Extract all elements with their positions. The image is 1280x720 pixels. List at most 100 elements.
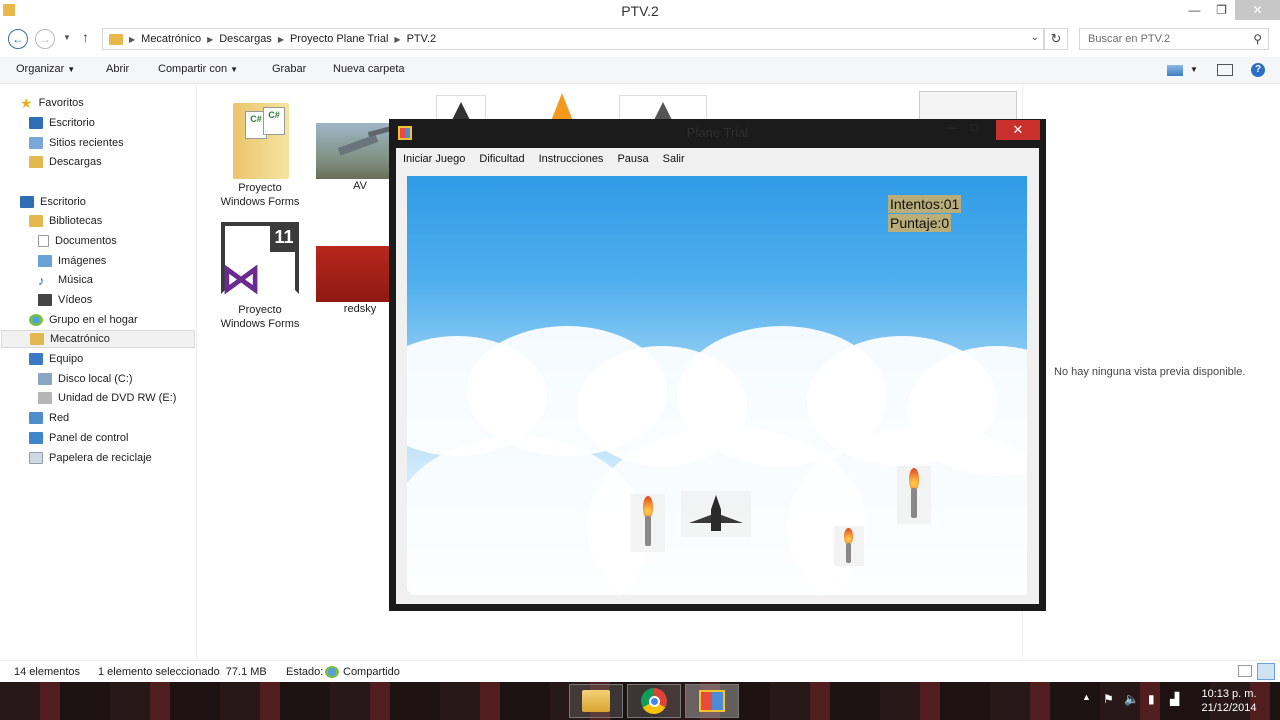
clock[interactable]: 10:13 p. m. 21/12/2014 (1196, 687, 1262, 715)
file-name: Proyecto Windows Forms (220, 304, 300, 330)
dvd-drive-icon (38, 392, 52, 404)
nav-item-videos[interactable]: Vídeos (38, 291, 92, 309)
nav-favorites[interactable]: ★ Favoritos (20, 94, 84, 112)
search-input[interactable]: Buscar en PTV.2 ⚲ (1079, 28, 1269, 50)
forward-button[interactable]: → (35, 29, 55, 49)
view-options-icon[interactable] (1167, 65, 1183, 76)
menu-salir[interactable]: Salir (656, 148, 692, 170)
file-item[interactable]: C# C# Proyecto Windows Forms (216, 91, 304, 209)
nav-item-downloads[interactable]: Descargas (29, 153, 102, 171)
nav-control-panel[interactable]: Panel de control (29, 429, 129, 447)
nav-item-documents[interactable]: Documentos (38, 232, 117, 250)
close-button[interactable]: ✕ (1235, 0, 1280, 20)
new-folder-button[interactable]: Nueva carpeta (333, 63, 405, 75)
nav-label: Red (49, 412, 70, 424)
music-icon: ♪ (38, 272, 45, 288)
attempts-label: Intentos:01 (888, 195, 962, 213)
nav-label: Sitios recientes (49, 137, 124, 149)
nav-label: Imágenes (58, 255, 107, 267)
open-button[interactable]: Abrir (106, 63, 129, 75)
window-title: PTV.2 (621, 3, 659, 19)
nav-item-images[interactable]: Imágenes (38, 252, 106, 270)
nav-item-recent[interactable]: Sitios recientes (29, 134, 124, 152)
share-button[interactable]: Compartir con ▼ (158, 63, 238, 75)
game-window: Plane Trial — □ ✕ Iniciar Juego Dificult… (389, 119, 1046, 611)
breadcrumb-item[interactable]: Mecatrónico (141, 33, 201, 45)
game-canvas[interactable]: Intentos:01 Puntaje:0 (407, 176, 1027, 595)
visual-studio-icon: 11 ⋈ (217, 217, 303, 303)
taskbar-explorer-button[interactable] (569, 684, 623, 718)
menu-pausa[interactable]: Pausa (610, 148, 655, 170)
refresh-button[interactable]: ↻ (1044, 28, 1068, 50)
address-bar[interactable]: ▶ Mecatrónico ▶ Descargas ▶ Proyecto Pla… (102, 28, 1044, 50)
nav-label: Escritorio (49, 117, 95, 129)
nav-label: Disco local (C:) (58, 373, 133, 385)
clock-time: 10:13 p. m. (1201, 688, 1257, 700)
back-button[interactable]: ← (8, 29, 28, 49)
nav-label: Favoritos (38, 97, 84, 109)
libraries-icon (29, 215, 43, 227)
minimize-button[interactable]: — (1181, 0, 1208, 20)
battery-icon[interactable]: ▮ (1148, 692, 1155, 706)
burn-button[interactable]: Grabar (272, 63, 306, 75)
menu-dificultad[interactable]: Dificultad (472, 148, 531, 170)
up-button[interactable]: ↑ (82, 29, 89, 45)
app-icon (699, 690, 725, 712)
refresh-icon: ↻ (1050, 31, 1062, 46)
game-minimize-button[interactable]: — (946, 122, 957, 134)
nav-drive-e[interactable]: Unidad de DVD RW (E:) (38, 389, 176, 407)
selection-info: 1 elemento seleccionado 77.1 MB (98, 666, 267, 678)
chevron-right-icon: ▶ (207, 34, 214, 44)
breadcrumb-item[interactable]: Descargas (219, 33, 272, 45)
vlc-icon[interactable] (551, 93, 573, 121)
caret-down-icon[interactable]: ▼ (1190, 65, 1198, 74)
nav-item-escritorio[interactable]: Escritorio (29, 114, 95, 132)
nav-drive-c[interactable]: Disco local (C:) (38, 370, 133, 388)
arrow-right-icon: → (39, 32, 51, 46)
nav-label: Documentos (55, 235, 117, 247)
preview-pane-icon[interactable] (1217, 64, 1233, 76)
file-item[interactable]: 11 ⋈ Proyecto Windows Forms (216, 217, 304, 331)
game-client-area: Iniciar Juego Dificultad Instrucciones P… (396, 148, 1039, 604)
preview-empty-text: No hay ninguna vista previa disponible. (1054, 366, 1246, 378)
computer-icon (29, 353, 43, 365)
action-center-icon[interactable]: ⚑ (1103, 692, 1114, 706)
organize-button[interactable]: Organizar ▼ (16, 63, 75, 75)
nav-homegroup[interactable]: Grupo en el hogar (29, 311, 138, 329)
pictures-icon (38, 255, 52, 267)
signal-icon[interactable]: ▟ (1170, 692, 1179, 706)
homegroup-icon (29, 314, 43, 326)
nav-recycle-bin[interactable]: Papelera de reciclaje (29, 449, 152, 467)
menu-iniciar-juego[interactable]: Iniciar Juego (396, 148, 472, 170)
menu-instrucciones[interactable]: Instrucciones (532, 148, 611, 170)
taskbar-chrome-button[interactable] (627, 684, 681, 718)
nav-network[interactable]: Red (29, 409, 69, 427)
breadcrumb-item[interactable]: Proyecto Plane Trial (290, 33, 388, 45)
nav-item-music[interactable]: ♪ Música (38, 271, 93, 289)
game-close-button[interactable]: ✕ (996, 120, 1040, 140)
chevron-right-icon: ▶ (394, 34, 401, 44)
missile-sprite (631, 494, 665, 552)
maximize-button[interactable]: ❐ (1208, 0, 1235, 20)
nav-label: Papelera de reciclaje (49, 452, 152, 464)
shared-icon (325, 666, 339, 678)
chevron-down-icon[interactable]: ⌄ (1031, 32, 1039, 43)
game-maximize-button[interactable]: □ (971, 122, 978, 134)
drive-icon (38, 373, 52, 385)
taskbar-game-button[interactable] (685, 684, 739, 718)
status-bar: 14 elementos 1 elemento seleccionado 77.… (0, 660, 1280, 682)
caret-down-icon: ▼ (67, 65, 76, 74)
nav-libraries[interactable]: Bibliotecas (29, 212, 102, 230)
volume-icon[interactable]: 🔈 (1124, 692, 1139, 706)
nav-user[interactable]: Mecatrónico (1, 330, 195, 348)
help-icon[interactable]: ? (1251, 63, 1265, 77)
breadcrumb-item[interactable]: PTV.2 (407, 33, 437, 45)
large-icons-view-icon[interactable] (1257, 663, 1275, 680)
recent-locations-button[interactable]: ▼ (63, 33, 71, 42)
nav-desktop[interactable]: Escritorio (20, 193, 86, 211)
nav-label: Música (58, 274, 93, 286)
show-hidden-icons-icon[interactable]: ▲ (1082, 692, 1091, 702)
nav-computer[interactable]: Equipo (29, 350, 83, 368)
details-view-icon[interactable] (1238, 665, 1252, 677)
missile-sprite (897, 466, 931, 524)
